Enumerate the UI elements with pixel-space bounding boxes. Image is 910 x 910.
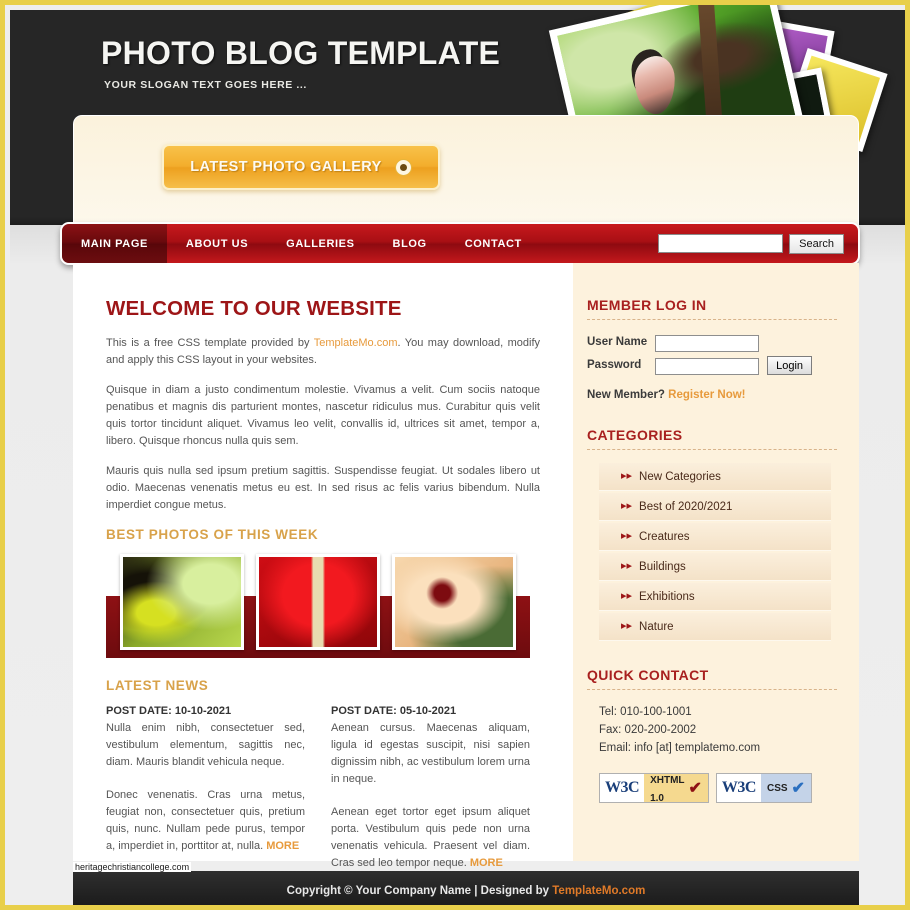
gallery-panel: LATEST PHOTO GALLERY [73,115,859,227]
badge-kind-lines: XHTML 1.0 [650,774,685,803]
category-item-best-of[interactable]: ▸▸ Best of 2020/2021 [599,493,831,521]
search-input[interactable] [658,234,784,253]
quick-contact-heading: QUICK CONTACT [587,667,837,690]
gallery-button-label: LATEST PHOTO GALLERY [190,159,382,175]
more-link[interactable]: MORE [470,857,503,869]
category-item-new-categories[interactable]: ▸▸ New Categories [599,463,831,491]
nav-item-blog[interactable]: BLOG [374,224,446,263]
double-chevron-icon: ▸▸ [621,470,633,482]
w3c-xhtml-badge[interactable]: W3C XHTML 1.0 ✔ [599,773,709,803]
new-member-text: New Member? [587,389,669,401]
double-chevron-icon: ▸▸ [621,620,633,632]
quick-contact-details: Tel: 010-100-1001 Fax: 020-200-2002 Emai… [599,703,837,757]
username-cell [655,333,760,356]
register-now-link[interactable]: Register Now! [668,389,745,401]
thumbnail-peach-hibiscus[interactable] [392,554,516,650]
password-cell [655,356,760,380]
w3c-logo-text: W3C [716,774,761,802]
main-navigation: MAIN PAGE ABOUT US GALLERIES BLOG CONTAC… [60,222,860,265]
contact-fax: Fax: 020-200-2002 [599,724,697,736]
login-button[interactable]: Login [767,356,813,375]
thumbnail-butterfly[interactable] [120,554,244,650]
news-column-left: POST DATE: 10-10-2021 Nulla enim nibh, c… [106,705,305,888]
news-date: POST DATE: 10-10-2021 [106,705,232,717]
footer-templatemo-link[interactable]: TemplateMo.com [552,885,645,897]
badge-xhtml-right: XHTML 1.0 ✔ [644,774,708,802]
category-label: Best of 2020/2021 [639,500,733,513]
checkmark-icon: ✔ [791,780,805,797]
category-item-exhibitions[interactable]: ▸▸ Exhibitions [599,583,831,611]
username-label: User Name [587,336,648,349]
page-title: PHOTO BLOG TEMPLATE [101,35,501,71]
member-login-form: User Name Password Login [587,333,813,380]
intro-paragraph: This is a free CSS template provided by … [106,335,540,369]
circle-badge-icon [394,158,412,176]
category-item-buildings[interactable]: ▸▸ Buildings [599,553,831,581]
login-button-cell: Login [759,356,813,380]
w3c-logo-text: W3C [600,774,645,802]
double-chevron-icon: ▸▸ [621,590,633,602]
more-link[interactable]: MORE [266,840,299,852]
main-content: WELCOME TO OUR WEBSITE This is a free CS… [73,263,573,869]
news-body: Aenean cursus. Maecenas aliquam, ligula … [331,722,530,785]
footer-copyright: Copyright © Your Company Name | Designed… [287,885,646,897]
nav-item-about-us[interactable]: ABOUT US [167,224,267,263]
member-login-heading: MEMBER LOG IN [587,297,837,320]
welcome-heading: WELCOME TO OUR WEBSITE [106,297,402,320]
contact-email: Email: info [at] templatemo.com [599,742,761,754]
watermark: heritagechristiancollege.com [73,862,192,872]
category-label: Nature [639,620,674,633]
body-paragraph-1: Quisque in diam a justo condimentum mole… [106,384,540,447]
categories-heading: CATEGORIES [587,427,837,450]
password-row: Password Login [587,356,813,380]
footer: Copyright © Your Company Name | Designed… [73,871,859,905]
double-chevron-icon: ▸▸ [621,530,633,542]
search-button[interactable]: Search [789,233,844,254]
validation-badges: W3C XHTML 1.0 ✔ W3C CSS ✔ [599,773,837,803]
best-photos-strip [106,554,530,658]
category-label: Creatures [639,530,690,543]
page-root: PHOTO BLOG TEMPLATE YOUR SLOGAN TEXT GOE… [0,0,910,910]
username-field[interactable] [655,334,760,352]
username-row: User Name [587,333,812,356]
badge-css-right: CSS ✔ [760,774,811,802]
latest-photo-gallery-button[interactable]: LATEST PHOTO GALLERY [162,144,440,190]
login-button-spacer [759,333,812,356]
category-item-nature[interactable]: ▸▸ Nature [599,613,831,641]
double-chevron-icon: ▸▸ [621,500,633,512]
news-body: Nulla enim nibh, consectetuer sed, vesti… [106,722,305,768]
news-date: POST DATE: 05-10-2021 [331,705,457,717]
nav-item-main-page[interactable]: MAIN PAGE [62,224,167,263]
categories-list: ▸▸ New Categories ▸▸ Best of 2020/2021 ▸… [587,463,837,641]
category-label: New Categories [639,470,721,483]
sidebar: MEMBER LOG IN User Name Password Login N… [573,263,859,861]
news-body: Aenean eget tortor eget ipsum aliquet po… [331,804,530,872]
category-label: Exhibitions [639,590,695,603]
contact-tel: Tel: 010-100-1001 [599,706,692,718]
news-columns: POST DATE: 10-10-2021 Nulla enim nibh, c… [106,705,540,888]
body-paragraph-2: Mauris quis nulla sed ipsum pretium sagi… [106,465,540,511]
category-label: Buildings [639,560,686,573]
new-member-line: New Member? Register Now! [587,389,837,401]
news-body: Donec venenatis. Cras urna metus, feugia… [106,787,305,855]
badge-kind-line-1: XHTML [650,775,685,786]
password-field[interactable] [655,357,760,375]
best-photos-heading: BEST PHOTOS OF THIS WEEK [106,527,319,542]
nav-item-contact[interactable]: CONTACT [446,224,541,263]
nav-item-galleries[interactable]: GALLERIES [267,224,373,263]
double-chevron-icon: ▸▸ [621,560,633,572]
badge-kind-line-1: CSS [766,782,788,794]
password-label: Password [587,359,642,372]
news-column-right: POST DATE: 05-10-2021 Aenean cursus. Mae… [331,705,530,888]
checkmark-icon: ✔ [688,780,702,797]
templatemo-link[interactable]: TemplateMo.com [314,337,398,349]
latest-news-heading: LATEST NEWS [106,678,209,693]
site-slogan: YOUR SLOGAN TEXT GOES HERE ... [104,79,307,91]
category-item-creatures[interactable]: ▸▸ Creatures [599,523,831,551]
w3c-css-badge[interactable]: W3C CSS ✔ [715,773,812,803]
badge-kind-line-2: 1.0 [650,793,664,803]
thumbnail-red-anthurium[interactable] [256,554,380,650]
footer-text-before: Copyright © Your Company Name | Designed… [286,884,553,897]
intro-text-before: This is a free CSS template provided by [106,337,314,349]
